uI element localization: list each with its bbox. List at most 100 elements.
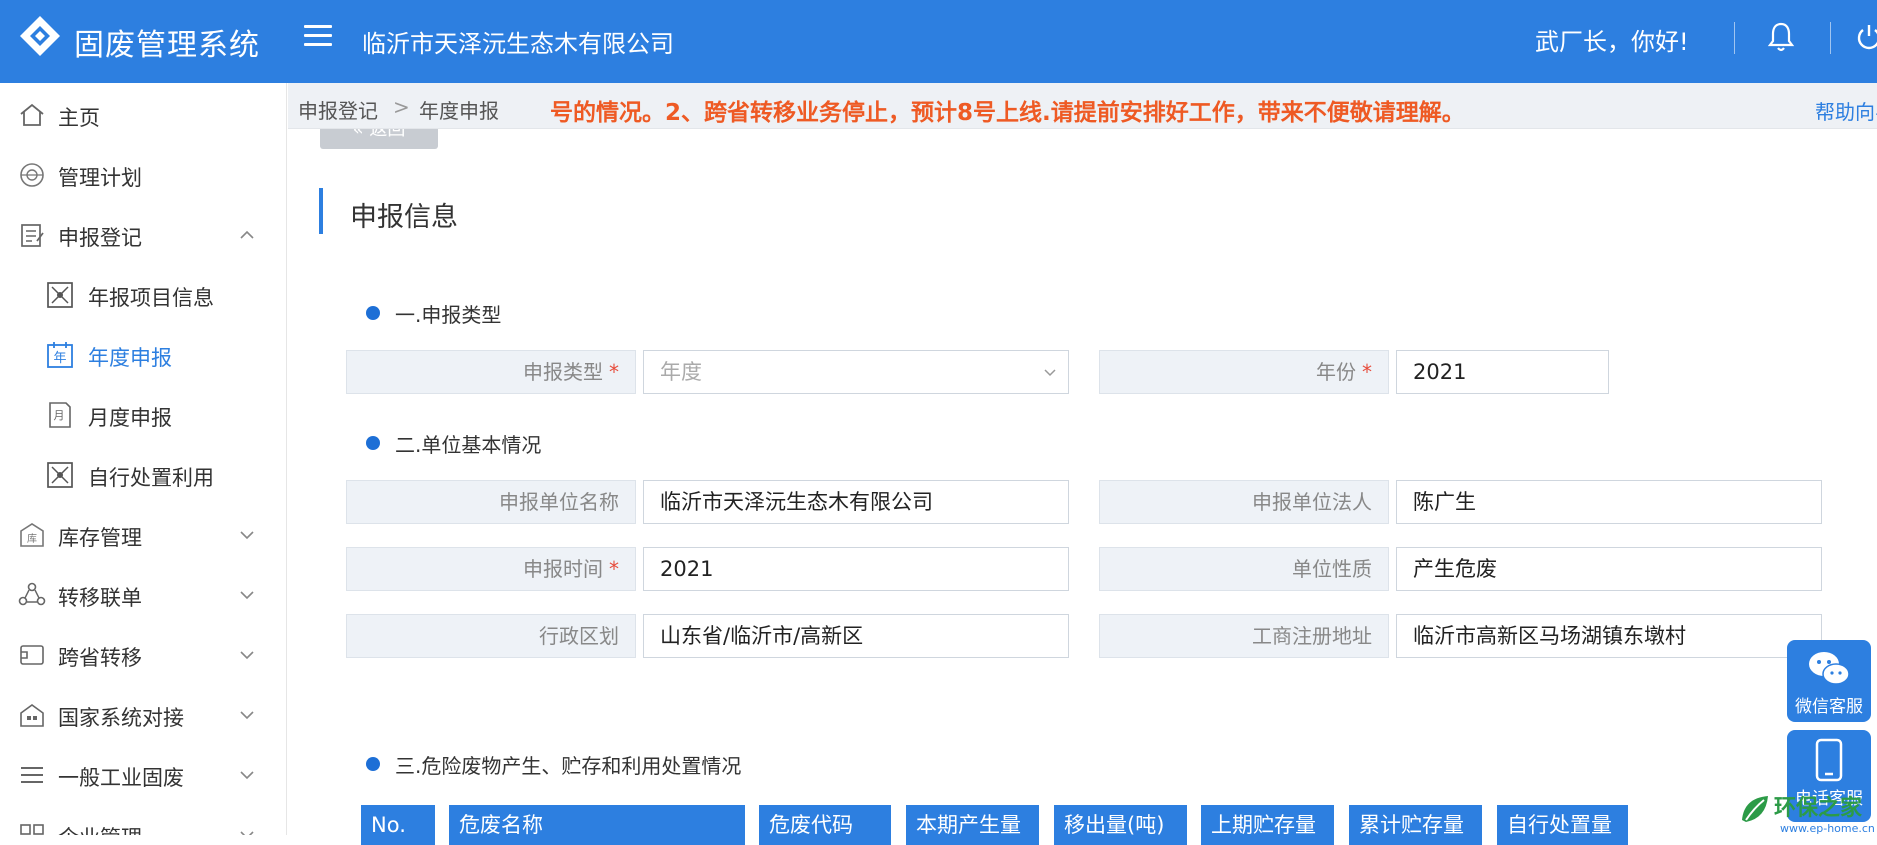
bell-icon[interactable] — [1766, 20, 1796, 54]
watermark-text: 环保之家 — [1774, 796, 1863, 821]
leaf-logo-icon — [1742, 796, 1768, 822]
enterprise-icon — [20, 824, 44, 835]
wechat-service-label: 微信客服 — [1795, 697, 1863, 717]
table-header-cell: 自行处置量 — [1497, 805, 1628, 845]
bullet-dot-icon — [366, 436, 380, 450]
sidebar-item-label: 年度申报 — [88, 346, 172, 370]
sidebar-item-label: 一般工业固废 — [58, 766, 184, 790]
sidebar-item-annual-report[interactable]: 年 年度申报 — [0, 326, 286, 384]
unit-name-field[interactable]: 临沂市天泽沅生态木有限公司 — [643, 480, 1069, 524]
table-header-cell: 本期产生量 — [906, 805, 1039, 845]
home-icon — [20, 103, 44, 126]
menu-toggle-icon[interactable] — [300, 19, 336, 55]
cross-province-icon — [20, 645, 44, 665]
calendar-year-icon: 年 — [47, 342, 73, 368]
unit-nature-field[interactable]: 产生危废 — [1396, 547, 1822, 591]
sidebar-item-label: 跨省转移 — [58, 646, 142, 670]
breadcrumb-item: 年度申报 — [419, 99, 499, 123]
calendar-month-icon: 月 — [49, 402, 71, 428]
notice-marquee: 号的情况。2、跨省转移业务停止，预计8号上线.请提前安排好工作，带来不便敬请理解… — [550, 83, 1800, 128]
sidebar-item-label: 管理计划 — [58, 166, 142, 190]
bullet-dot-icon — [366, 757, 380, 771]
sidebar-item-label: 库存管理 — [58, 526, 142, 550]
breadcrumb: 申报登记 > 年度申报 号的情况。2、跨省转移业务停止，预计8号上线.请提前安排… — [288, 83, 1877, 129]
header-divider — [1734, 22, 1735, 54]
legal-person-field[interactable]: 陈广生 — [1396, 480, 1822, 524]
table-header-cell: 危废名称 — [449, 805, 745, 845]
transfer-icon — [18, 582, 46, 606]
help-guide-link[interactable]: 帮助向导 — [1815, 96, 1877, 125]
company-name: 临沂市天泽沅生态木有限公司 — [362, 30, 674, 58]
sidebar: 主页 管理计划 申报登记 年报项目信息 年 年度申报 月 月度申报 自行处置利用… — [0, 83, 287, 835]
field-label-region: 行政区划 — [346, 614, 636, 658]
address-field[interactable]: 临沂市高新区马场湖镇东墩村 — [1396, 614, 1822, 658]
warehouse-icon: 库 — [20, 523, 44, 547]
sidebar-item-report[interactable]: 申报登记 — [0, 206, 286, 264]
sidebar-item-label: 年报项目信息 — [88, 286, 214, 310]
user-greeting[interactable]: 武厂长，你好! — [1535, 22, 1689, 57]
table-header-cell: 上期贮存量 — [1201, 805, 1334, 845]
top-header: 固废管理系统 临沂市天泽沅生态木有限公司 武厂长，你好! — [0, 0, 1877, 83]
field-label-legal-person: 申报单位法人 — [1099, 480, 1389, 524]
bullet-dot-icon — [366, 306, 380, 320]
report-type-select[interactable]: 年度 — [643, 350, 1069, 394]
sidebar-item-self-disposal[interactable]: 自行处置利用 — [0, 446, 286, 504]
section-title: 申报信息 — [350, 202, 458, 233]
breadcrumb-separator: > — [393, 95, 410, 119]
watermark: 环保之家 www.ep-home.cn — [1738, 790, 1875, 835]
section-accent-bar — [319, 188, 323, 234]
report-time-field[interactable]: 2021 — [643, 547, 1069, 591]
sidebar-item-label: 申报登记 — [58, 226, 142, 250]
group-title: 二.单位基本情况 — [395, 433, 542, 457]
header-divider — [1830, 22, 1831, 54]
back-button[interactable]: « 返回 — [320, 129, 438, 149]
table-header-cell: 移出量(吨) — [1054, 805, 1187, 845]
wechat-icon — [1809, 652, 1850, 685]
sidebar-item-label: 企业管理 — [58, 822, 142, 835]
sidebar-item-label: 自行处置利用 — [88, 466, 214, 490]
chevron-down-icon — [1044, 369, 1056, 377]
sidebar-item-general-industrial[interactable]: 一般工业固废 — [0, 746, 286, 804]
sidebar-item-annual-project[interactable]: 年报项目信息 — [0, 266, 286, 324]
chevron-down-icon — [240, 711, 254, 720]
field-label-address: 工商注册地址 — [1099, 614, 1389, 658]
svg-text:年: 年 — [53, 351, 66, 366]
back-icon: « — [352, 129, 370, 140]
main-content: « 返回 申报信息 一.申报类型 申报类型 * 年度 年份 * 2021 二.单位基… — [288, 129, 1877, 835]
plan-icon — [20, 163, 44, 187]
svg-text:库: 库 — [27, 532, 37, 545]
national-system-icon — [20, 704, 44, 727]
power-icon[interactable] — [1855, 22, 1877, 52]
sidebar-item-label: 月度申报 — [88, 406, 172, 430]
table-header-cell: No. — [361, 805, 435, 845]
notice-text: 号的情况。2、跨省转移业务停止，预计8号上线.请提前安排好工作，带来不便敬请理解… — [550, 100, 1465, 126]
chevron-up-icon — [240, 230, 254, 239]
region-field[interactable]: 山东省/临沂市/高新区 — [643, 614, 1069, 658]
sidebar-item-inventory[interactable]: 库 库存管理 — [0, 506, 286, 564]
sidebar-item-plan[interactable]: 管理计划 — [0, 146, 286, 204]
chevron-down-icon — [240, 531, 254, 540]
table-header-cell: 危废代码 — [759, 805, 891, 845]
sidebar-item-monthly-report[interactable]: 月 月度申报 — [0, 386, 286, 444]
breadcrumb-item[interactable]: 申报登记 — [298, 95, 378, 124]
list-icon — [21, 767, 43, 783]
logo-icon — [20, 16, 60, 56]
dispose-icon — [47, 462, 73, 488]
wechat-service-button[interactable]: 微信客服 — [1787, 640, 1871, 722]
field-label-year: 年份 * — [1099, 350, 1389, 394]
sidebar-item-label: 转移联单 — [58, 586, 142, 610]
report-icon — [21, 224, 44, 247]
sidebar-item-home[interactable]: 主页 — [0, 86, 286, 144]
chevron-down-icon — [240, 591, 254, 600]
sidebar-item-cross-province[interactable]: 跨省转移 — [0, 626, 286, 684]
project-icon — [47, 282, 73, 308]
year-field[interactable]: 2021 — [1396, 350, 1609, 394]
sidebar-item-national-system[interactable]: 国家系统对接 — [0, 686, 286, 744]
sidebar-item-transfer[interactable]: 转移联单 — [0, 566, 286, 624]
field-label-report-type: 申报类型 * — [346, 350, 636, 394]
field-label-unit-name: 申报单位名称 — [346, 480, 636, 524]
sidebar-item-enterprise[interactable]: 企业管理 — [0, 806, 286, 835]
field-label-unit-nature: 单位性质 — [1099, 547, 1389, 591]
group-title: 三.危险废物产生、贮存和利用处置情况 — [395, 754, 742, 778]
chevron-down-icon — [240, 771, 254, 780]
